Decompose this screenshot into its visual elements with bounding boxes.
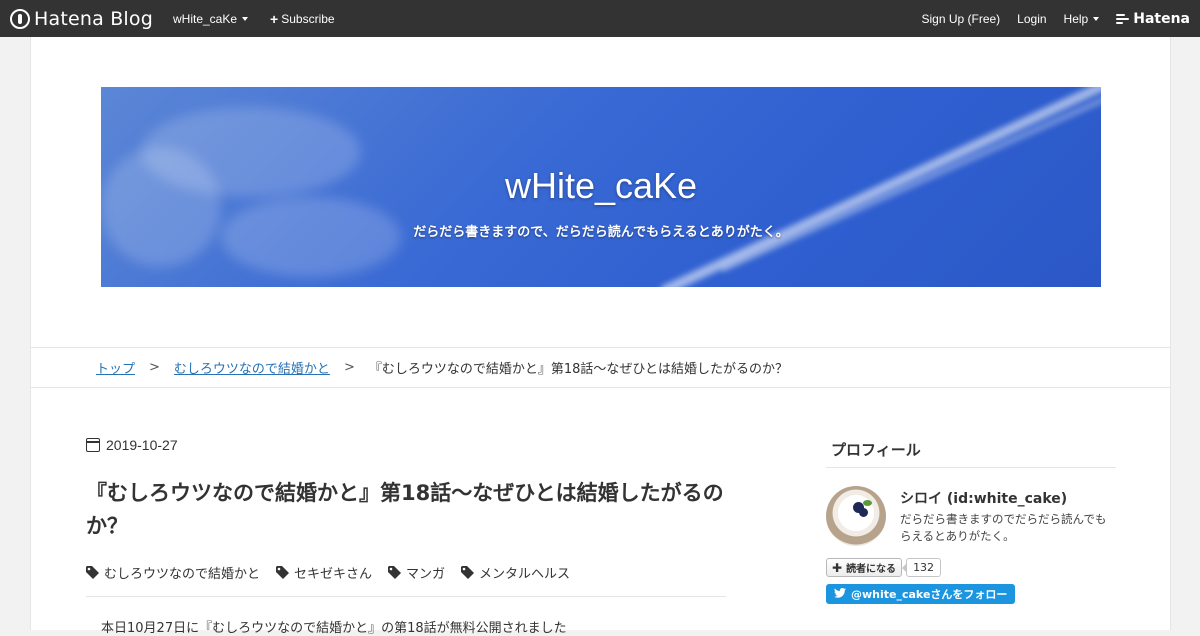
blog-title[interactable]: wHite_caKe bbox=[101, 165, 1101, 207]
page-container: wHite_caKe だらだら書きますので、だらだら読んでもらえるとありがたく。… bbox=[30, 37, 1171, 636]
login-link[interactable]: Login bbox=[1017, 12, 1046, 26]
profile-name[interactable]: シロイ (id:white_cake) bbox=[900, 488, 1067, 508]
sidebar: プロフィール シロイ (id:white_cake) だらだら書きますのでだらだ… bbox=[826, 437, 1116, 604]
tag-icon bbox=[388, 566, 402, 579]
tag-item[interactable]: メンタルヘルス bbox=[461, 563, 570, 582]
entry-title[interactable]: 『むしろウツなので結婚かと』第18話～なぜひとは結婚したがるのか？ bbox=[86, 477, 726, 543]
become-reader-label: 読者になる bbox=[846, 564, 897, 575]
breadcrumb: トップ > むしろウツなので結婚かと > 『むしろウツなので結婚かと』第18話～… bbox=[31, 347, 1170, 388]
breadcrumb-current: 『むしろウツなので結婚かと』第18話～なぜひとは結婚したがるのか？ bbox=[368, 362, 788, 377]
entry-date-text: 2019-10-27 bbox=[106, 437, 178, 453]
hatena-logo-text: Hatena bbox=[1133, 10, 1190, 27]
hatena-blog-icon bbox=[10, 8, 30, 29]
entry-body: 本日10月27日に『むしろウツなので結婚かと』の第18話が無料公開されました bbox=[101, 621, 567, 636]
hatena-logo[interactable]: Hatena bbox=[1116, 11, 1190, 27]
reader-count[interactable]: 132 bbox=[902, 558, 942, 577]
tag-icon bbox=[276, 566, 290, 579]
breadcrumb-top-link[interactable]: トップ bbox=[96, 358, 135, 377]
blog-menu-label: wHite_caKe bbox=[173, 11, 238, 26]
tag-label: セキゼキさん bbox=[294, 567, 373, 582]
subscribe-label: Subscribe bbox=[281, 11, 335, 26]
caret-down-icon bbox=[242, 16, 249, 21]
twitter-follow-label: @white_cakeさんをフォロー bbox=[851, 588, 1008, 601]
avatar[interactable] bbox=[826, 486, 886, 546]
breadcrumb-separator: > bbox=[149, 360, 160, 375]
hatena-mark-icon bbox=[1116, 13, 1130, 25]
blog-menu-dropdown[interactable]: wHite_caKe bbox=[173, 11, 249, 26]
profile-module: シロイ (id:white_cake) だらだら書きますのでだらだら読んでもらえ… bbox=[826, 486, 1116, 556]
tag-label: むしろウツなので結婚かと bbox=[104, 567, 261, 582]
tag-item[interactable]: セキゼキさん bbox=[276, 563, 372, 582]
tag-label: メンタルヘルス bbox=[479, 567, 571, 582]
tag-item[interactable]: むしろウツなので結婚かと bbox=[86, 563, 260, 582]
calendar-icon bbox=[86, 438, 100, 452]
tag-label: マンガ bbox=[406, 567, 446, 582]
tag-icon bbox=[86, 566, 99, 579]
tag-icon bbox=[461, 566, 475, 579]
entry-tags: むしろウツなので結婚かと セキゼキさん マンガ メンタルヘルス bbox=[86, 563, 726, 582]
reader-row: ✚ 読者になる 132 bbox=[826, 558, 1116, 577]
help-dropdown[interactable]: Help bbox=[1064, 12, 1100, 26]
twitter-follow-button[interactable]: @white_cakeさんをフォロー bbox=[826, 584, 1016, 604]
tag-item[interactable]: マンガ bbox=[388, 563, 445, 582]
entry-article: 2019-10-27 『むしろウツなので結婚かと』第18話～なぜひとは結婚したが… bbox=[86, 437, 726, 636]
entry-date[interactable]: 2019-10-27 bbox=[86, 437, 726, 453]
caret-down-icon bbox=[1093, 16, 1100, 21]
twitter-bird-icon bbox=[834, 587, 846, 601]
blog-description: だらだら書きますので、だらだら読んでもらえるとありがたく。 bbox=[413, 225, 789, 240]
plus-icon: + bbox=[270, 10, 279, 27]
breadcrumb-category-link[interactable]: むしろウツなので結婚かと bbox=[174, 358, 330, 377]
profile-heading: プロフィール bbox=[826, 437, 1116, 468]
hatena-blog-logo[interactable]: Hatena Blog bbox=[10, 0, 153, 37]
divider bbox=[86, 596, 726, 597]
blog-header-banner[interactable]: wHite_caKe だらだら書きますので、だらだら読んでもらえるとありがたく。 bbox=[101, 87, 1101, 287]
plus-icon: ✚ bbox=[832, 560, 843, 575]
subscribe-button[interactable]: + Subscribe bbox=[270, 12, 335, 26]
become-reader-button[interactable]: ✚ 読者になる bbox=[826, 558, 903, 577]
breadcrumb-separator: > bbox=[343, 360, 355, 375]
profile-description: だらだら書きますのでだらだら読んでもらえるとありがたく。 bbox=[900, 512, 1107, 543]
brand-text: Hatena Blog bbox=[34, 7, 153, 30]
global-header: Hatena Blog wHite_caKe + Subscribe Sign … bbox=[0, 0, 1200, 37]
signup-link[interactable]: Sign Up (Free) bbox=[921, 12, 1000, 26]
help-label: Help bbox=[1063, 11, 1089, 26]
